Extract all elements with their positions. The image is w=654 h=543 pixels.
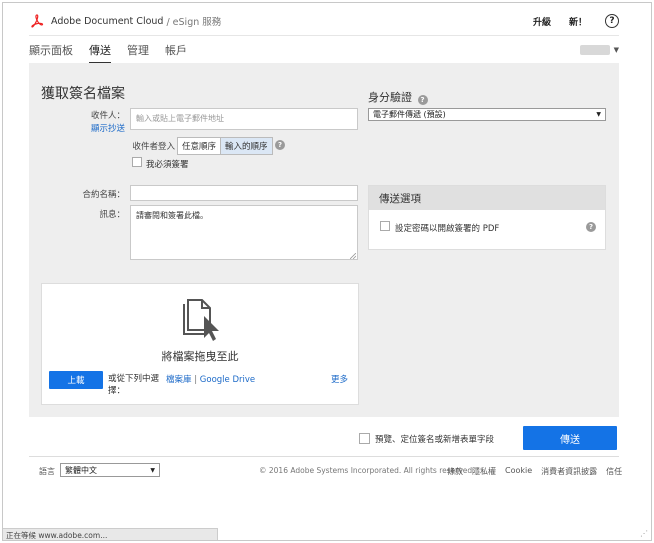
chevron-down-icon: ▼ (596, 111, 601, 118)
main-nav: 顯示面板 傳送 管理 帳戶 ▼ (29, 35, 619, 64)
footer-link-trust[interactable]: 信任 (606, 466, 622, 477)
tab-send[interactable]: 傳送 (89, 36, 111, 64)
footer-link-consumer-disclosure[interactable]: 消費者資訊披露 (541, 466, 597, 477)
password-option-label: 設定密碼以開啟簽署的 PDF (395, 224, 500, 234)
user-name-redacted (579, 44, 610, 55)
whats-new-link[interactable]: 新！ (569, 15, 587, 28)
tab-account[interactable]: 帳戶 (165, 36, 187, 64)
resize-handle-icon[interactable] (350, 253, 356, 259)
browser-window: Adobe Document Cloud / eSign 服務 升級 新！ ? … (2, 2, 652, 541)
google-drive-link[interactable]: Google Drive (200, 375, 255, 385)
source-links: 檔案庫 | Google Drive (166, 373, 255, 385)
preview-checkbox[interactable] (359, 433, 370, 444)
footer-links: 條款 隱私權 Cookie 消費者資訊披露 信任 (447, 466, 622, 477)
drag-file-icon (183, 299, 219, 341)
show-cc-link[interactable]: 顯示抄送 (81, 122, 125, 134)
password-checkbox[interactable] (380, 221, 390, 231)
link-separator: | (191, 375, 200, 385)
copyright-text: © 2016 Adobe Systems Incorporated. All r… (259, 466, 475, 475)
help-icon[interactable]: ? (417, 95, 428, 105)
agreement-name-label: 合約名稱： (82, 190, 125, 200)
page-title: 獲取簽名檔案 (41, 86, 125, 102)
order-entered-option[interactable]: 輸入的順序 (220, 138, 272, 154)
i-must-sign-label: 我必須簽署 (146, 160, 189, 170)
browser-status-bar: 正在等候 www.adobe.com... (3, 528, 218, 540)
chevron-down-icon: ▼ (150, 466, 155, 474)
preview-label: 預覽、定位簽名或新增表單字段 (375, 435, 495, 445)
help-icon[interactable]: ? (275, 140, 285, 150)
footer-link-cookie[interactable]: Cookie (505, 466, 532, 477)
app-title: Adobe Document Cloud (51, 15, 164, 27)
agreement-name-input[interactable] (130, 185, 358, 201)
user-menu[interactable]: ▼ (579, 44, 619, 55)
help-icon[interactable]: ? (586, 222, 596, 232)
footer-link-terms[interactable]: 條款 (447, 466, 463, 477)
authentication-selected: 電子郵件傳遞 (預設) (373, 110, 446, 119)
recipient-label: 收件人： (90, 111, 125, 121)
message-label: 訊息： (99, 210, 125, 220)
send-button[interactable]: 傳送 (523, 426, 617, 450)
footer-divider (29, 456, 619, 457)
recipient-order-toggle: 任意順序 輸入的順序 (177, 137, 273, 155)
or-select-text: 或從下列中選擇： (108, 374, 160, 396)
authentication-select[interactable]: 電子郵件傳遞 (預設) ▼ (368, 108, 606, 121)
language-selected: 繁體中文 (65, 465, 97, 475)
tab-dashboard[interactable]: 顯示面板 (29, 36, 73, 64)
upload-button[interactable]: 上載 (49, 371, 103, 389)
help-icon[interactable]: ? (605, 14, 619, 28)
top-right-actions: 升級 新！ ? (533, 14, 619, 28)
message-textarea[interactable]: 請審閱和簽署此檔。 (130, 205, 358, 260)
send-panel: 獲取簽名檔案 收件人： 顯示抄送 輸入或貼上電子郵件地址 收件者登入 任意順序 … (29, 63, 619, 417)
language-select[interactable]: 繁體中文 ▼ (60, 463, 160, 477)
recipient-input[interactable]: 輸入或貼上電子郵件地址 (130, 108, 358, 130)
file-drop-zone[interactable]: 將檔案拖曳至此 上載 或從下列中選擇： 檔案庫 | Google Drive 更… (41, 283, 359, 405)
tab-manage[interactable]: 管理 (127, 36, 149, 64)
authentication-label: 身分驗證 (368, 91, 412, 104)
i-must-sign-checkbox[interactable] (132, 157, 142, 167)
send-options-title: 傳送選項 (369, 186, 605, 210)
chevron-down-icon: ▼ (613, 45, 619, 54)
send-options-panel: 傳送選項 設定密碼以開啟簽署的 PDF ? (368, 185, 606, 250)
library-link[interactable]: 檔案庫 (166, 375, 192, 385)
upgrade-link[interactable]: 升級 (533, 15, 551, 28)
app-subtitle: / eSign 服務 (166, 17, 222, 28)
acrobat-logo-icon[interactable] (29, 14, 45, 28)
window-resize-grip-icon[interactable]: ⋰ (640, 529, 648, 538)
more-sources-link[interactable]: 更多 (331, 373, 348, 385)
recipient-order-label: 收件者登入 (132, 142, 175, 152)
top-bar: Adobe Document Cloud / eSign 服務 升級 新！ ? (29, 11, 619, 31)
help-label: ? (609, 16, 615, 26)
language-label: 語言 (39, 467, 55, 476)
order-any-option[interactable]: 任意順序 (178, 138, 220, 154)
footer-link-privacy[interactable]: 隱私權 (472, 466, 496, 477)
drop-instructions: 將檔案拖曳至此 (161, 350, 239, 363)
authentication-title: 身分驗證 ? (368, 89, 428, 105)
